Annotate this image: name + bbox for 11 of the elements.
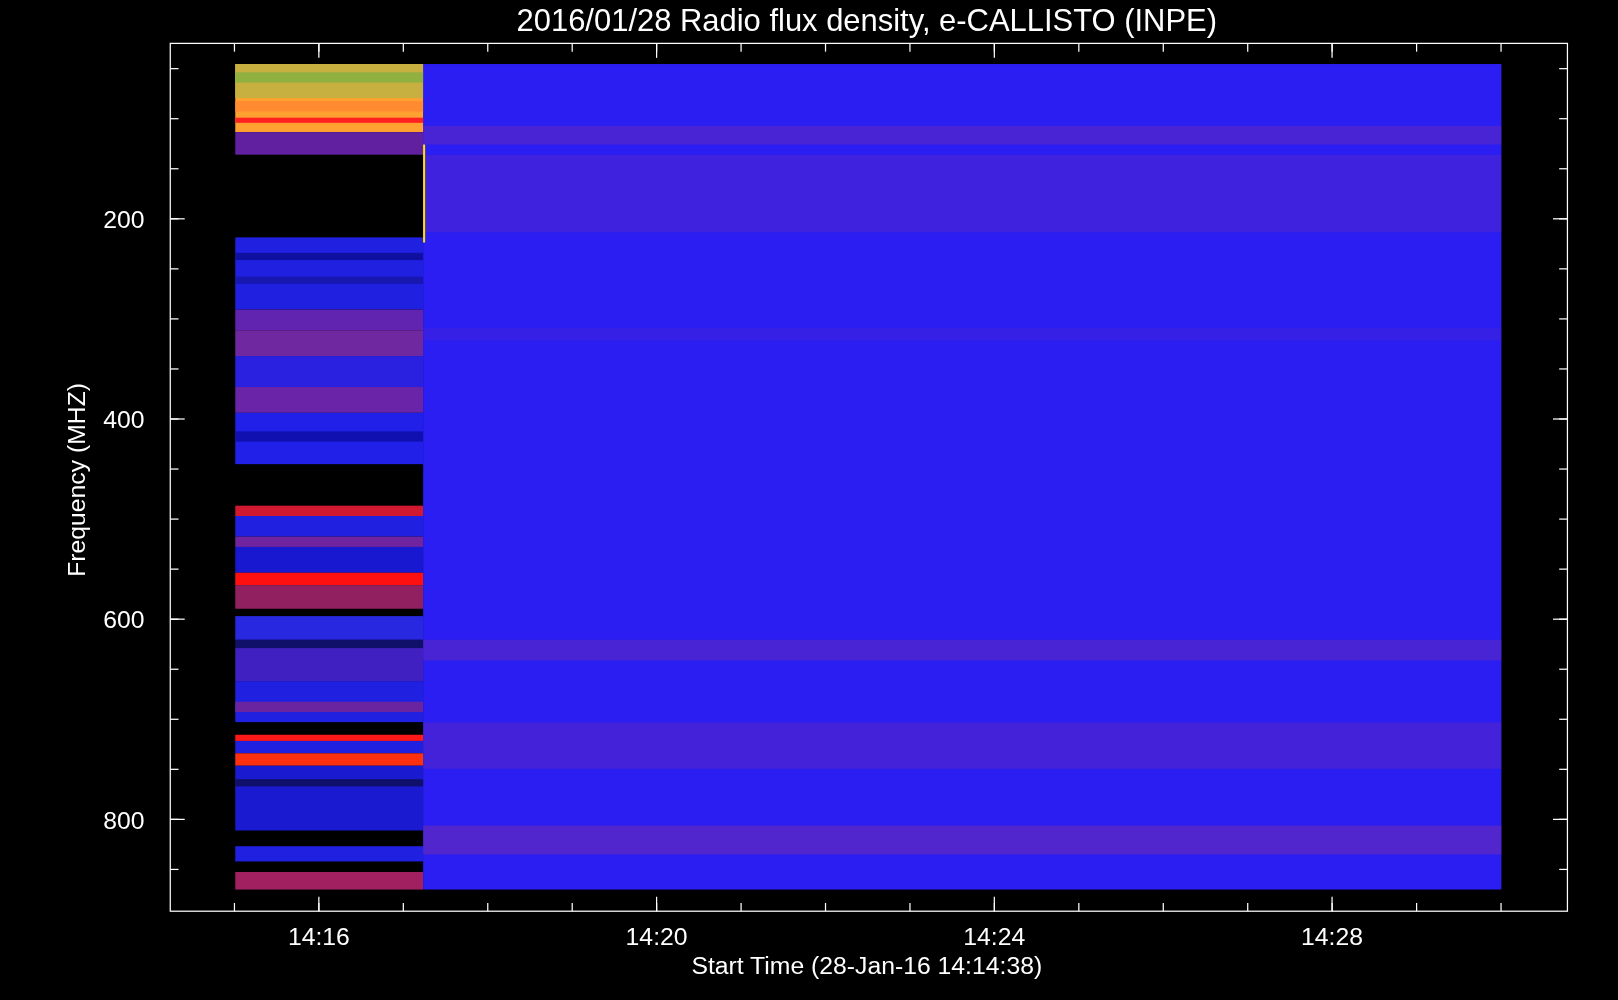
x-tick-label: 14:20 bbox=[625, 923, 688, 951]
plot-title: 2016/01/28 Radio flux density, e-CALLISTO (INPE) bbox=[516, 3, 1217, 38]
x-tick-label: 14:28 bbox=[1301, 923, 1364, 951]
y-tick-label: 800 bbox=[103, 806, 145, 834]
y-tick-label: 200 bbox=[103, 206, 145, 234]
x-tick-label: 14:24 bbox=[963, 923, 1026, 951]
x-tick-label: 14:16 bbox=[287, 923, 350, 951]
x-axis-label: Start Time (28-Jan-16 14:14:38) bbox=[691, 952, 1043, 980]
y-tick-label: 400 bbox=[103, 406, 145, 434]
y-axis-label: Frequency (MHZ) bbox=[62, 382, 90, 577]
y-tick-label: 600 bbox=[103, 606, 145, 634]
